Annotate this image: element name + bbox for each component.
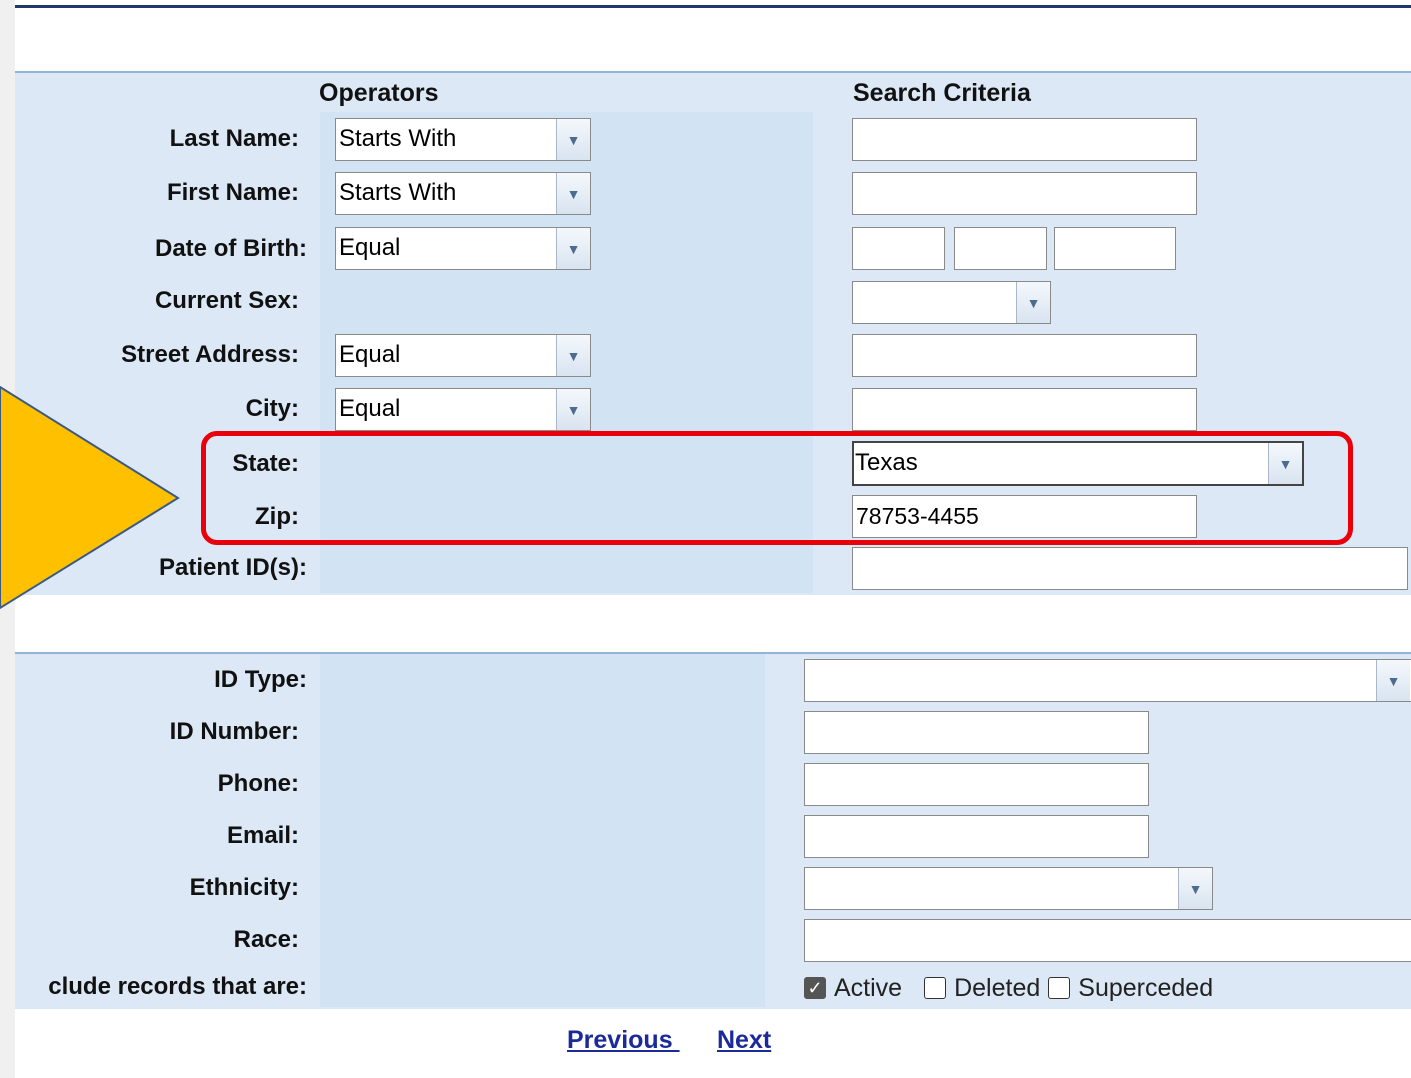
city-input[interactable]	[852, 388, 1197, 431]
email-input[interactable]	[804, 815, 1149, 858]
street-address-input[interactable]	[852, 334, 1197, 377]
ethnicity-label: Ethnicity:	[189, 874, 299, 901]
phone-input[interactable]	[804, 763, 1149, 806]
id-number-label: ID Number:	[169, 718, 299, 745]
operators-header: Operators	[319, 79, 439, 107]
include-records-label: clude records that are:	[48, 973, 307, 1000]
dob-operator-value: Equal	[339, 234, 401, 261]
race-input[interactable]	[804, 919, 1411, 962]
chevron-down-icon[interactable]: ▼	[556, 335, 590, 376]
previous-link[interactable]: Previous	[567, 1026, 680, 1055]
first-name-operator-value: Starts With	[339, 179, 457, 206]
race-label: Race:	[233, 926, 299, 953]
phone-label: Phone:	[217, 770, 299, 797]
dob-year-input[interactable]	[1054, 227, 1176, 270]
id-type-label: ID Type:	[214, 666, 307, 693]
ethnicity-select[interactable]: ▼	[804, 867, 1213, 910]
extra-column-band	[320, 654, 765, 1007]
last-name-operator-select[interactable]: Starts With ▼	[335, 118, 591, 161]
street-operator-select[interactable]: Equal ▼	[335, 334, 591, 377]
deleted-checkbox[interactable]	[924, 977, 947, 999]
deleted-checkbox-label: Deleted	[954, 973, 1041, 1002]
last-name-operator-value: Starts With	[339, 125, 457, 152]
chevron-down-icon[interactable]: ▼	[1016, 282, 1050, 323]
next-link[interactable]: Next	[717, 1026, 771, 1055]
active-checkbox-label: Active	[834, 973, 903, 1002]
header-rule	[15, 5, 1411, 8]
highlight-rectangle	[201, 431, 1353, 545]
street-operator-value: Equal	[339, 341, 401, 368]
id-type-select[interactable]: ▼	[804, 659, 1411, 702]
dob-operator-select[interactable]: Equal ▼	[335, 227, 591, 270]
sex-select[interactable]: ▼	[852, 281, 1051, 324]
chevron-down-icon[interactable]: ▼	[556, 228, 590, 269]
city-operator-value: Equal	[339, 395, 401, 422]
chevron-down-icon[interactable]: ▼	[556, 173, 590, 214]
callout-arrow	[0, 385, 180, 610]
chevron-down-icon[interactable]: ▼	[556, 119, 590, 160]
city-operator-select[interactable]: Equal ▼	[335, 388, 591, 431]
first-name-operator-select[interactable]: Starts With ▼	[335, 172, 591, 215]
email-label: Email:	[226, 822, 299, 849]
patient-ids-input[interactable]	[852, 547, 1408, 590]
superceded-checkbox-label: Superceded	[1078, 973, 1214, 1002]
last-name-input[interactable]	[852, 118, 1197, 161]
dob-day-input[interactable]	[954, 227, 1047, 270]
city-label: City:	[245, 395, 299, 422]
dob-month-input[interactable]	[852, 227, 945, 270]
chevron-down-icon[interactable]: ▼	[1376, 660, 1410, 701]
id-number-input[interactable]	[804, 711, 1149, 754]
status-checkboxes: ✓ Active Deleted Superceded	[804, 972, 1213, 1004]
chevron-down-icon[interactable]: ▼	[1178, 868, 1212, 909]
first-name-input[interactable]	[852, 172, 1197, 215]
search-criteria-header: Search Criteria	[853, 79, 1031, 107]
superceded-checkbox[interactable]	[1048, 977, 1071, 999]
chevron-down-icon[interactable]: ▼	[556, 389, 590, 430]
active-checkbox[interactable]: ✓	[804, 977, 826, 999]
